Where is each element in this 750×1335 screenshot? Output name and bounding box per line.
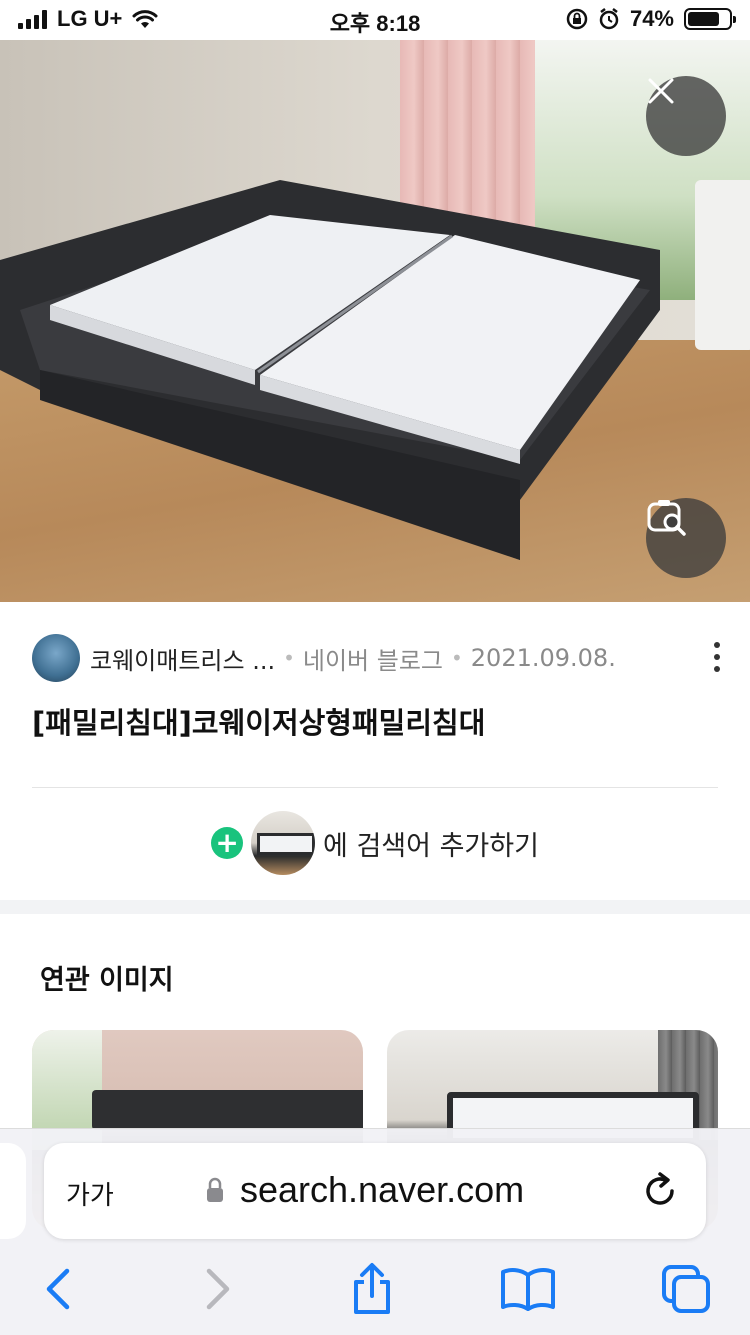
- book-icon: [501, 1268, 555, 1311]
- rotation-lock-icon: [566, 8, 588, 30]
- back-button[interactable]: [28, 1259, 88, 1319]
- forward-button[interactable]: [188, 1259, 248, 1319]
- status-bar: LG U+ 오후 8:18 74%: [0, 0, 750, 40]
- url-text[interactable]: search.naver.com: [240, 1169, 524, 1211]
- lens-search-button[interactable]: [646, 498, 726, 578]
- battery-percent: 74%: [629, 6, 674, 31]
- close-button[interactable]: [646, 76, 726, 156]
- chevron-right-icon: [206, 1268, 230, 1310]
- share-button[interactable]: [342, 1259, 402, 1319]
- alarm-icon: [599, 8, 619, 30]
- close-icon: [648, 78, 674, 104]
- more-options-icon[interactable]: [712, 642, 722, 672]
- section-separator: [0, 900, 750, 914]
- author-name[interactable]: 코웨이매트리스 ...: [90, 641, 275, 676]
- image-thumbnail: [251, 811, 316, 875]
- add-search-term-label: 에 검색어 추가하기: [323, 830, 539, 862]
- reload-icon[interactable]: [638, 1169, 682, 1213]
- plus-icon: +: [211, 827, 244, 859]
- previous-tab-peek[interactable]: [0, 1143, 26, 1239]
- avatar[interactable]: [32, 634, 80, 682]
- image-title[interactable]: [패밀리침대]코웨이저상형패밀리침대: [32, 700, 485, 742]
- post-date: 2021.09.08.: [470, 644, 616, 672]
- bed-illustration: [0, 180, 660, 560]
- separator-dot: •: [283, 646, 295, 670]
- separator-dot: •: [450, 646, 463, 670]
- browser-toolbar: 가가 search.naver.com: [0, 1128, 750, 1335]
- divider: [32, 787, 718, 788]
- source-row: 코웨이매트리스 ... • 네이버 블로그 • 2021.09.08.: [32, 632, 722, 684]
- status-right: 74%: [566, 6, 736, 32]
- bookmarks-button[interactable]: [498, 1259, 558, 1319]
- address-bar[interactable]: 가가 search.naver.com: [44, 1143, 706, 1239]
- tabs-icon: [662, 1265, 710, 1313]
- share-icon: [354, 1263, 390, 1314]
- text-size-button[interactable]: 가가: [66, 1175, 114, 1212]
- hero-image[interactable]: [0, 40, 750, 602]
- chevron-left-icon: [46, 1268, 70, 1310]
- battery-icon: [684, 8, 736, 30]
- lens-search-icon: [647, 500, 686, 536]
- lock-icon: [207, 1177, 223, 1202]
- tabs-button[interactable]: [656, 1259, 716, 1319]
- add-search-term-button[interactable]: + 에 검색어 추가하기: [0, 810, 750, 876]
- related-images-heading: 연관 이미지: [40, 965, 174, 996]
- platform-name[interactable]: 네이버 블로그: [303, 641, 443, 676]
